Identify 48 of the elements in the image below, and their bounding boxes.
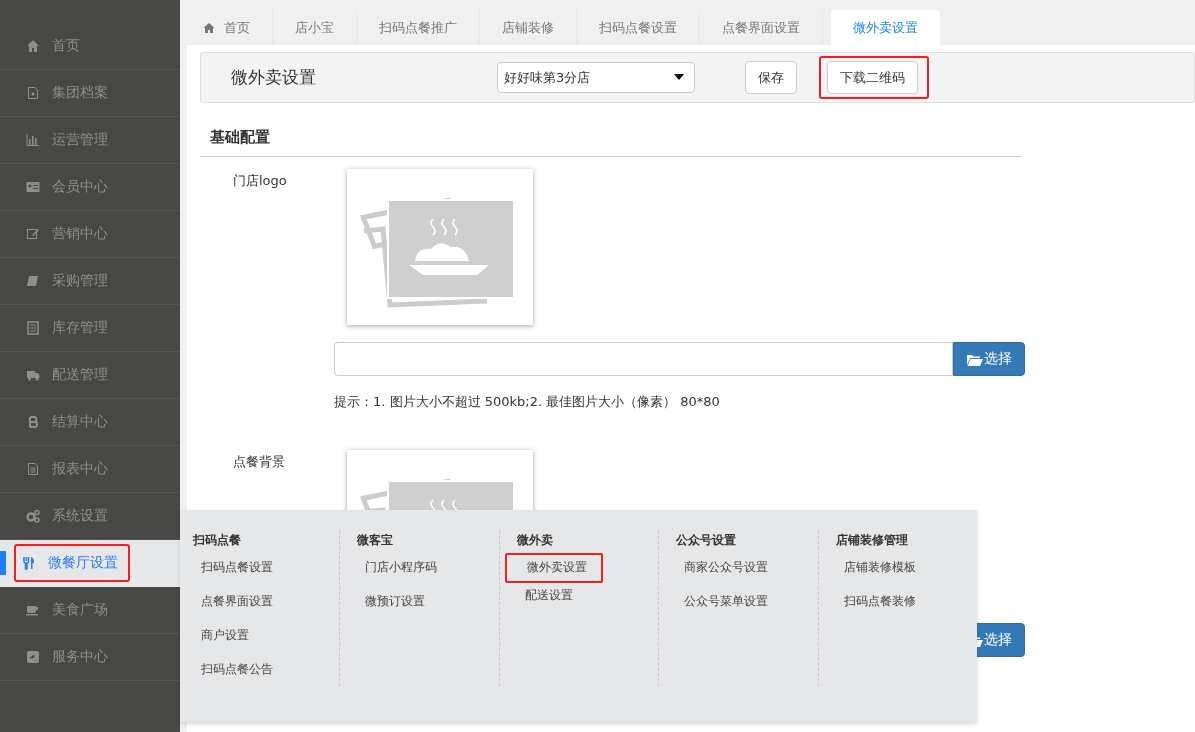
building-icon xyxy=(26,321,40,335)
store-select[interactable]: 好好味第3分店 xyxy=(497,62,695,93)
menu-item[interactable]: 扫码点餐装修 xyxy=(835,593,916,627)
toolbar-button[interactable]: 保存 xyxy=(745,61,797,94)
toolbar-button[interactable]: 下载二维码 xyxy=(827,61,918,94)
document-icon xyxy=(26,462,40,476)
document-icon xyxy=(26,86,40,100)
menu-item[interactable]: 门店小程序码 xyxy=(357,559,438,593)
menu-item[interactable]: 店铺装修模板 xyxy=(835,559,916,593)
tab[interactable]: 微外卖设置 xyxy=(831,10,940,45)
truck-icon xyxy=(26,368,40,382)
bird-square-icon xyxy=(26,650,40,664)
gears-icon xyxy=(26,509,40,523)
menu-item[interactable]: 商户设置 xyxy=(193,627,249,661)
menu-group-title: 店铺装修管理 xyxy=(835,532,909,549)
page-title: 微外卖设置 xyxy=(231,66,317,89)
hint-text: 提示：1. 图片大小不超过 500kb;2. 最佳图片大小（像素） 80*80 xyxy=(334,393,721,411)
menu-item[interactable]: 商家公众号设置 xyxy=(676,559,769,593)
menu-group-title: 微外卖 xyxy=(516,532,554,549)
sidebar-item[interactable]: 微餐厅设置 xyxy=(0,540,180,587)
caret-down-icon xyxy=(674,73,684,80)
book-icon xyxy=(26,274,40,288)
menu-item[interactable]: 配送设置 xyxy=(516,587,573,621)
menu-group-title: 公众号设置 xyxy=(676,532,738,549)
fork-knife-icon xyxy=(22,556,36,570)
field-label: 门店logo xyxy=(232,172,288,190)
menu-item[interactable]: 公众号菜单设置 xyxy=(676,593,769,627)
menu-item[interactable]: 微外卖设置 xyxy=(504,553,603,583)
menu-group-title: 微客宝 xyxy=(357,532,395,549)
menu-item[interactable]: 扫码点餐设置 xyxy=(193,559,273,593)
home-icon xyxy=(203,21,215,34)
home-icon xyxy=(26,39,40,53)
folder-icon xyxy=(966,352,983,366)
bitcoin-icon xyxy=(26,415,40,429)
menu-item[interactable]: 点餐界面设置 xyxy=(193,593,273,627)
menu-item[interactable]: 微预订设置 xyxy=(357,593,426,627)
bar-chart-icon xyxy=(26,133,40,147)
section-title: 基础配置 xyxy=(200,128,1022,157)
selection-indicator xyxy=(0,551,6,575)
field-label: 点餐背景 xyxy=(232,453,286,471)
edit-icon xyxy=(26,227,40,241)
highlight-frame: 微餐厅设置 xyxy=(14,544,130,582)
file-path-field[interactable] xyxy=(334,342,953,376)
id-card-icon xyxy=(26,180,40,194)
menu-group-title: 扫码点餐 xyxy=(193,532,242,549)
coffee-cup-icon xyxy=(26,603,40,617)
choose-button[interactable]: 选择 xyxy=(953,342,1025,376)
menu-item[interactable]: 扫码点餐公告 xyxy=(193,661,273,695)
